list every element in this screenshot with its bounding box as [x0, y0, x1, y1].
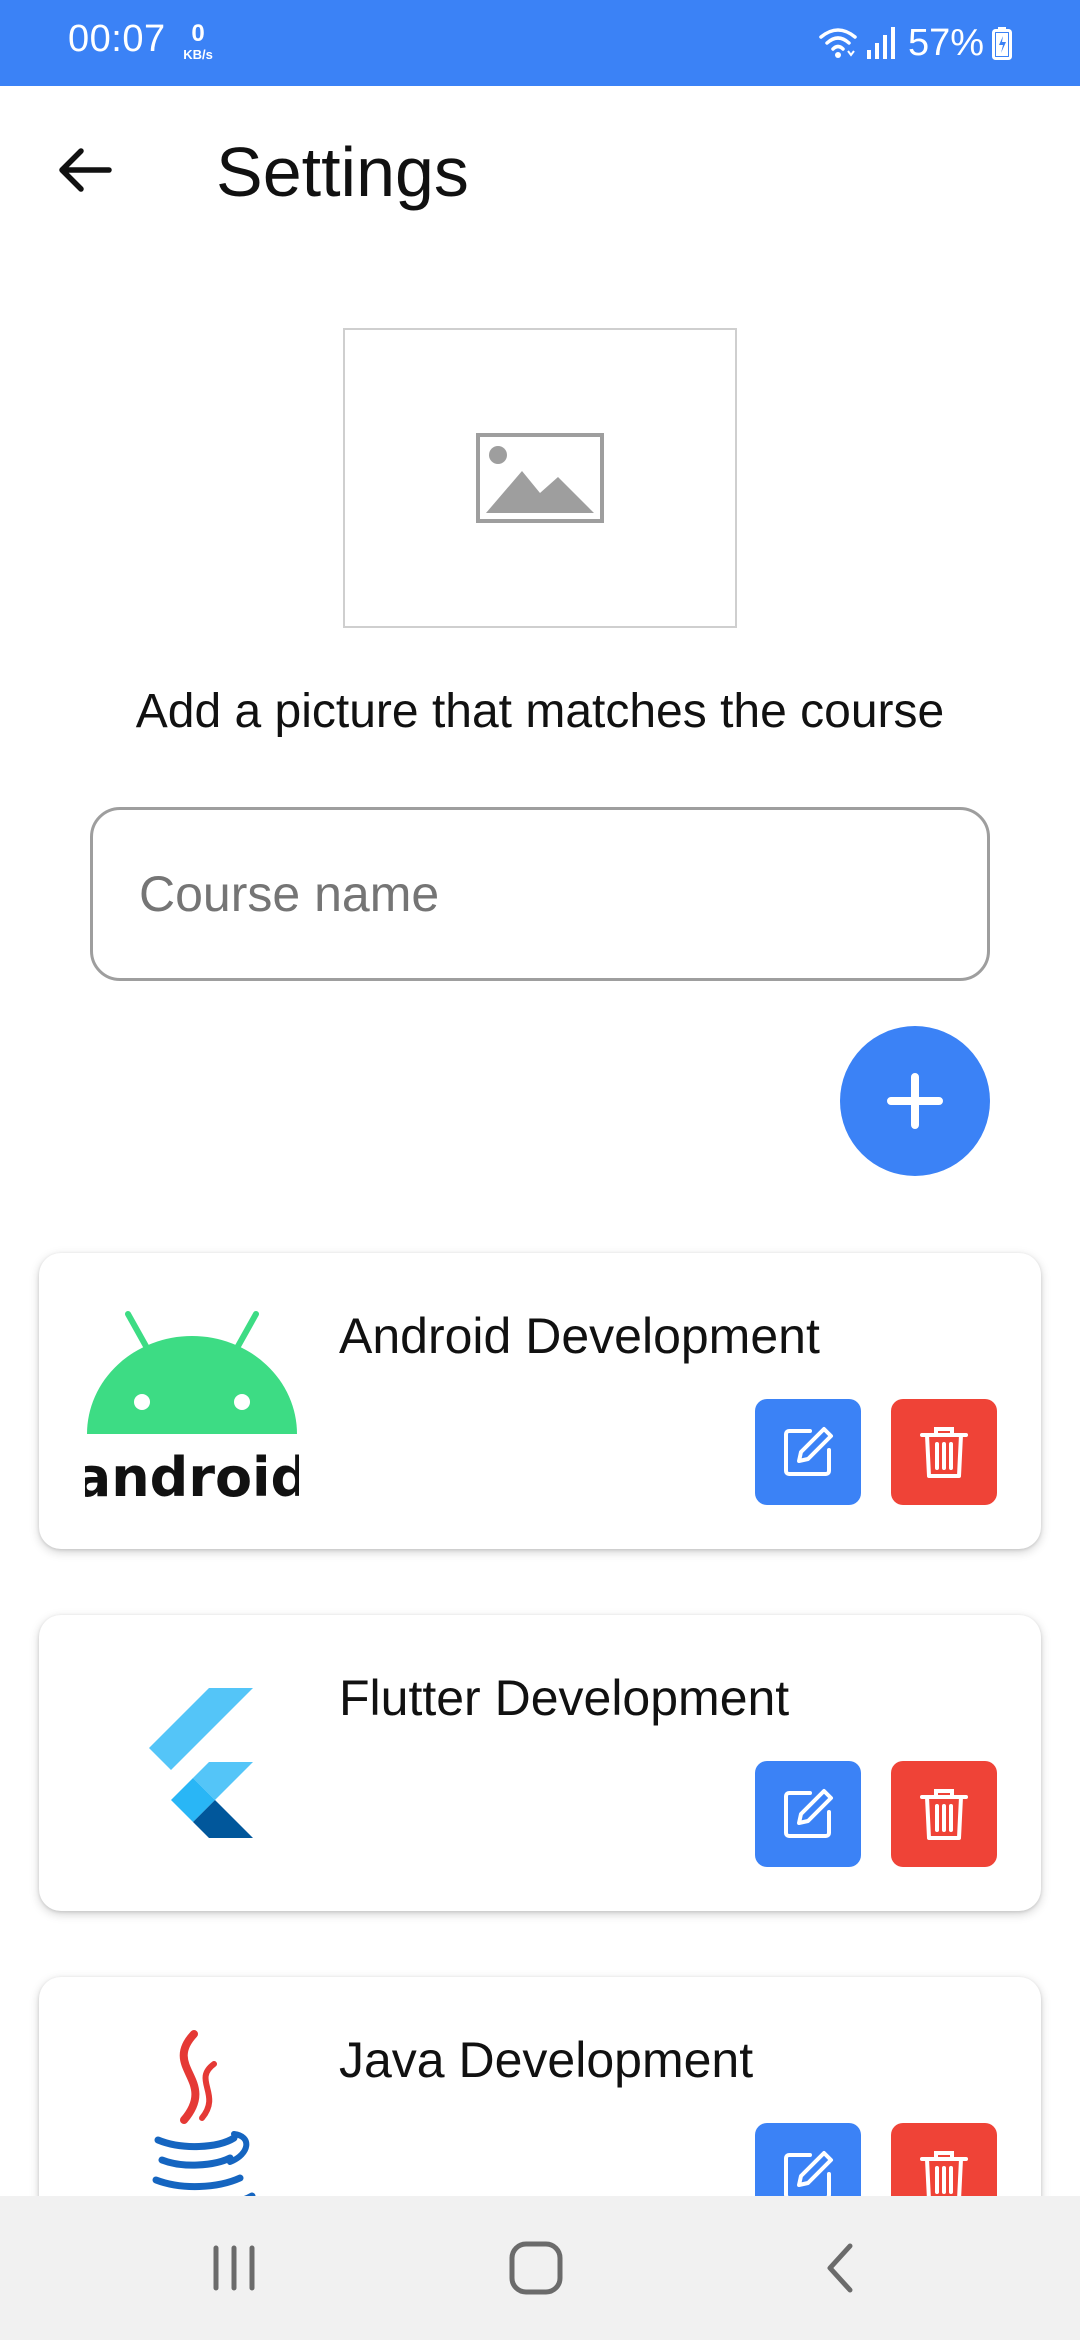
recents-button[interactable]: [194, 2232, 274, 2304]
course-name-input[interactable]: [90, 807, 990, 981]
android-logo-text: android: [85, 1446, 299, 1502]
system-nav-bar: [0, 2196, 1080, 2340]
add-course-button[interactable]: [840, 1026, 990, 1176]
settings-screen: 00:07 0 KB/s 57% Settings Add a picture …: [0, 0, 1080, 2340]
course-title: Android Development: [339, 1308, 820, 1364]
delete-course-button[interactable]: [891, 1399, 997, 1505]
status-icons: 57%: [818, 18, 1012, 68]
course-card-flutter[interactable]: Flutter Development: [39, 1615, 1041, 1911]
image-picker-caption: Add a picture that matches the course: [135, 685, 945, 738]
battery-percent: 57%: [907, 21, 984, 64]
edit-course-button[interactable]: [755, 1399, 861, 1505]
page-title: Settings: [216, 133, 469, 211]
course-title: Java Development: [339, 2032, 754, 2088]
system-back-button[interactable]: [800, 2232, 880, 2304]
network-speed-value: 0: [191, 20, 205, 47]
course-card-android[interactable]: android Android Development: [39, 1253, 1041, 1549]
trash-icon: [920, 1789, 968, 1840]
status-bar: 00:07 0 KB/s 57%: [0, 0, 1080, 86]
arrow-left-icon: [59, 148, 112, 192]
network-speed: 0 KB/s: [176, 20, 220, 62]
signal-icon: [866, 27, 895, 59]
plus-icon: [887, 1073, 943, 1129]
course-image-picker[interactable]: [343, 328, 737, 628]
wifi-icon: [819, 28, 857, 58]
flutter-logo: [77, 1651, 307, 1881]
edit-icon: [784, 1427, 833, 1476]
trash-icon: [920, 1427, 968, 1478]
battery-icon: [992, 27, 1012, 60]
home-button[interactable]: [496, 2232, 576, 2304]
status-time: 00:07: [68, 18, 166, 60]
image-placeholder-icon: [476, 433, 604, 523]
recents-icon: [213, 2245, 255, 2291]
course-actions: [755, 1761, 997, 1867]
network-speed-unit: KB/s: [183, 47, 213, 62]
android-logo: android: [77, 1289, 307, 1519]
chevron-left-icon: [827, 2243, 853, 2293]
course-actions: [755, 1399, 997, 1505]
back-button[interactable]: [50, 135, 120, 205]
home-icon: [509, 2241, 563, 2295]
edit-course-button[interactable]: [755, 1761, 861, 1867]
edit-icon: [784, 1789, 833, 1838]
delete-course-button[interactable]: [891, 1761, 997, 1867]
course-title: Flutter Development: [339, 1670, 790, 1726]
